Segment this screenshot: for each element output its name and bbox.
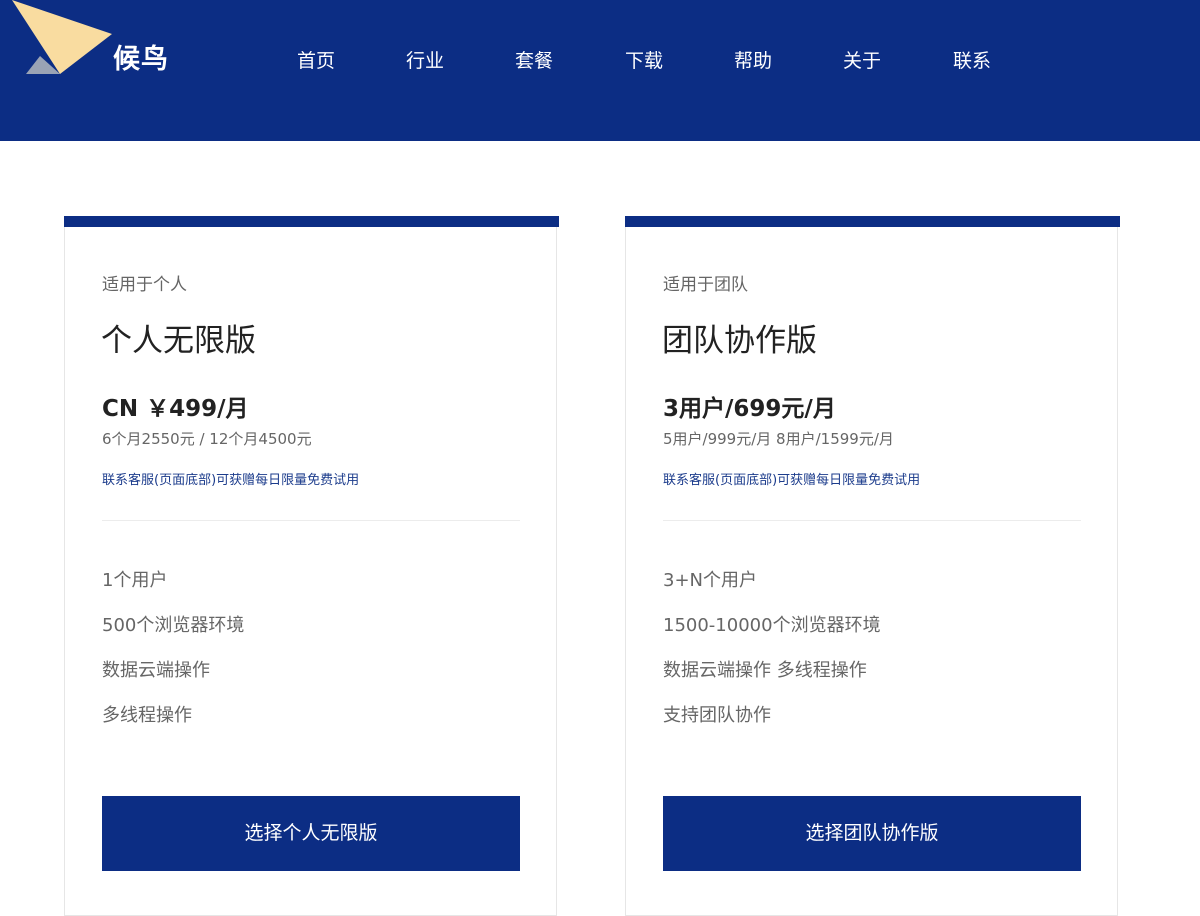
- main-nav: 首页 行业 套餐 下载 帮助 关于 联系: [0, 0, 1200, 122]
- site-header: 候鸟 首页 行业 套餐 下载 帮助 关于 联系: [0, 0, 1200, 141]
- feature-item: 3+N个用户: [663, 570, 757, 591]
- plan-audience: 适用于个人: [102, 275, 187, 295]
- plan-card-personal: 适用于个人 个人无限版 CN ￥499/月 6个月2550元 / 12个月450…: [64, 216, 559, 916]
- nav-item-about[interactable]: 关于: [843, 47, 881, 75]
- select-team-plan-button[interactable]: 选择团队协作版: [663, 796, 1081, 871]
- plan-price: CN ￥499/月: [102, 396, 249, 422]
- plan-name: 团队协作版: [662, 323, 817, 359]
- card-accent-bar: [64, 216, 559, 227]
- select-personal-plan-button[interactable]: 选择个人无限版: [102, 796, 520, 871]
- feature-list: 1个用户 500个浏览器环境 数据云端操作 多线程操作: [102, 568, 244, 748]
- feature-item: 500个浏览器环境: [102, 615, 245, 636]
- trial-note: 联系客服(页面底部)可获赠每日限量免费试用: [102, 473, 360, 488]
- nav-item-help[interactable]: 帮助: [734, 47, 772, 75]
- nav-item-contact[interactable]: 联系: [953, 47, 991, 75]
- nav-item-home[interactable]: 首页: [297, 47, 335, 75]
- nav-item-plans[interactable]: 套餐: [515, 47, 553, 75]
- feature-item: 多线程操作: [102, 705, 192, 726]
- plan-audience: 适用于团队: [663, 275, 748, 295]
- divider: [663, 520, 1081, 521]
- feature-list: 3+N个用户 1500-10000个浏览器环境 数据云端操作 多线程操作 支持团…: [663, 568, 881, 748]
- feature-item: 数据云端操作: [102, 660, 210, 681]
- plan-name: 个人无限版: [101, 323, 256, 359]
- plan-price: 3用户/699元/月: [663, 396, 836, 422]
- plan-price-options: 6个月2550元 / 12个月4500元: [102, 430, 312, 448]
- feature-item: 支持团队协作: [663, 705, 771, 726]
- feature-item: 1500-10000个浏览器环境: [663, 615, 881, 636]
- card-accent-bar: [625, 216, 1120, 227]
- nav-item-industry[interactable]: 行业: [406, 47, 444, 75]
- feature-item: 数据云端操作 多线程操作: [663, 660, 867, 681]
- nav-item-download[interactable]: 下载: [625, 47, 663, 75]
- plan-card-team: 适用于团队 团队协作版 3用户/699元/月 5用户/999元/月 8用户/15…: [625, 216, 1120, 916]
- plan-price-options: 5用户/999元/月 8用户/1599元/月: [663, 430, 894, 448]
- trial-note: 联系客服(页面底部)可获赠每日限量免费试用: [663, 473, 921, 488]
- feature-item: 1个用户: [102, 570, 168, 591]
- divider: [102, 520, 520, 521]
